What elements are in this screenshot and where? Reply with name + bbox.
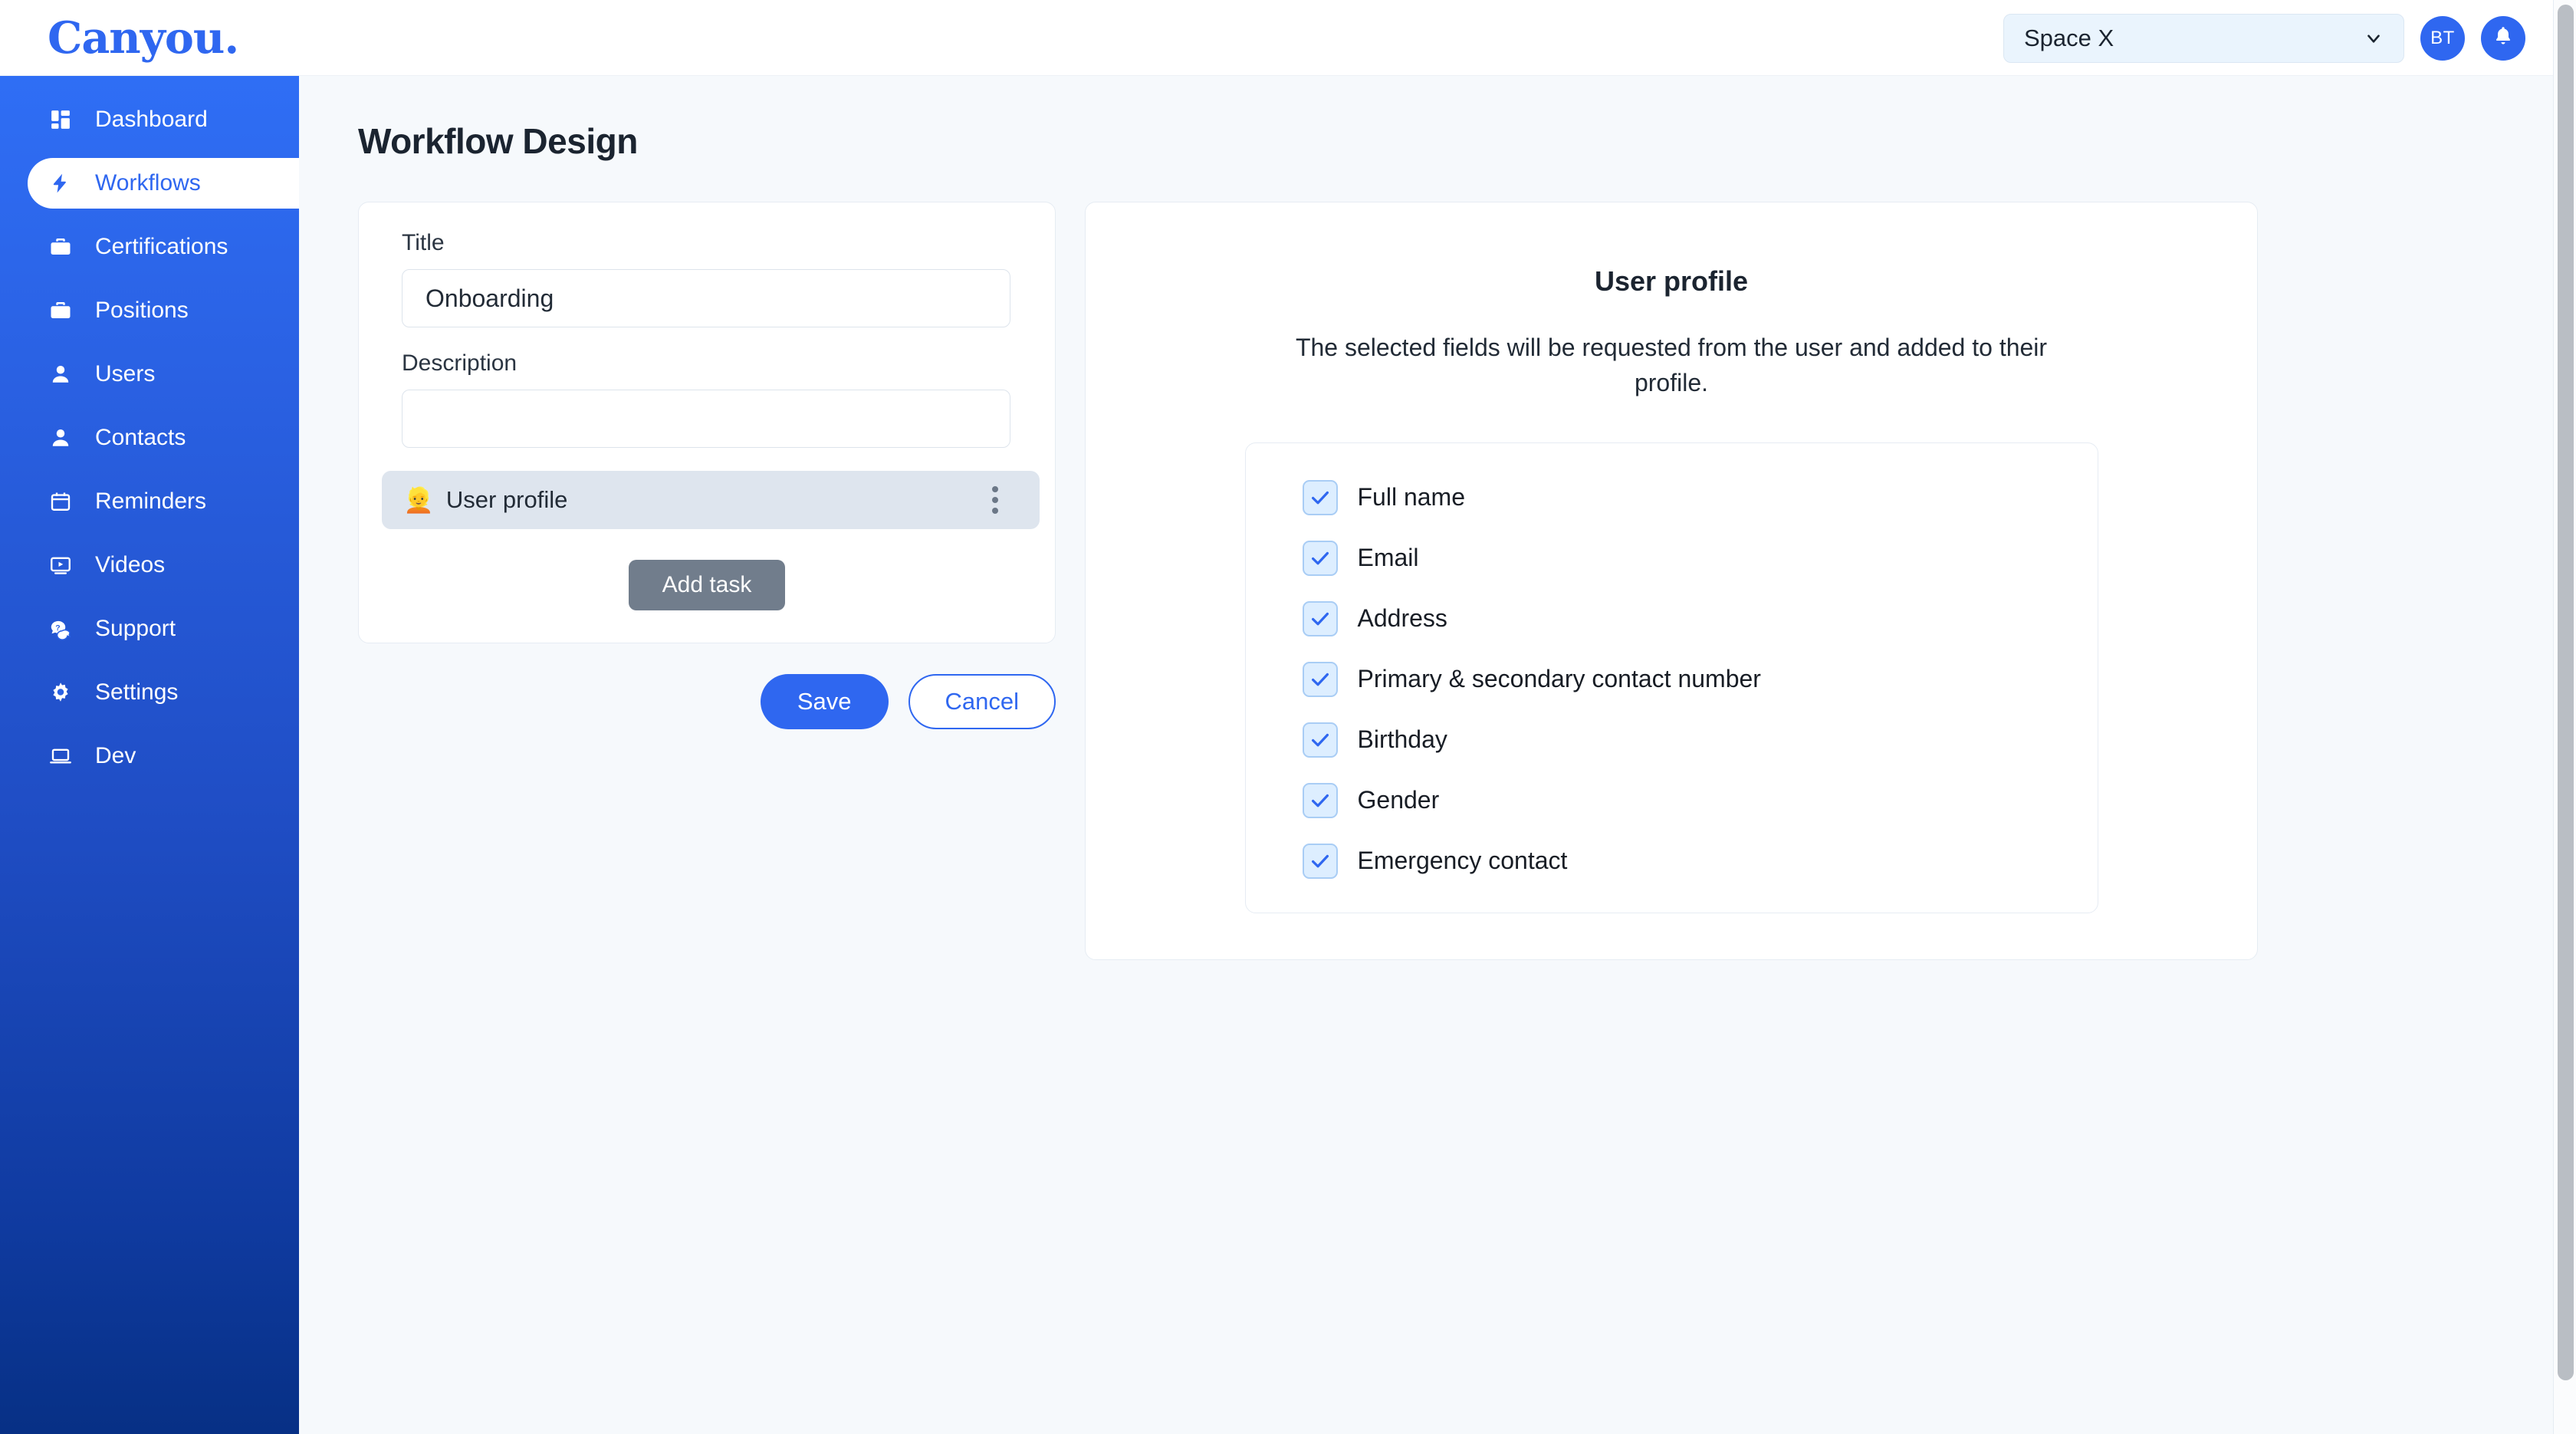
svg-text:?: ? xyxy=(55,623,60,633)
field-label: Primary & secondary contact number xyxy=(1357,665,1761,693)
sidebar-item-support[interactable]: ? Support xyxy=(0,604,299,654)
checkbox-checked-icon[interactable] xyxy=(1302,479,1338,515)
add-task-button[interactable]: Add task xyxy=(628,560,786,610)
list-item[interactable]: Emergency contact xyxy=(1246,843,2098,879)
sidebar-item-settings[interactable]: Settings xyxy=(0,667,299,718)
more-vertical-icon[interactable] xyxy=(992,486,998,514)
checkbox-checked-icon[interactable] xyxy=(1302,722,1338,758)
space-selector-dropdown[interactable]: Space X xyxy=(2003,13,2404,63)
briefcase-icon xyxy=(48,234,74,260)
page-scrollbar-thumb[interactable] xyxy=(2558,5,2574,1380)
sidebar-item-label: Positions xyxy=(95,298,189,323)
header-right-cluster: Space X BT xyxy=(2003,0,2525,76)
sidebar-item-label: Users xyxy=(95,361,156,386)
field-label: Address xyxy=(1357,604,1447,633)
cancel-button[interactable]: Cancel xyxy=(908,674,1056,729)
app-logo[interactable]: Canyou. xyxy=(48,16,239,60)
page-title: Workflow Design xyxy=(358,121,638,161)
sidebar-item-workflows[interactable]: Workflows xyxy=(28,158,299,209)
app-root: Canyou. Space X BT Dashboard Workflows C… xyxy=(0,0,2576,1434)
main-content: Workflow Design Title Onboarding Descrip… xyxy=(299,76,2553,1434)
sidebar-item-certifications[interactable]: Certifications xyxy=(0,222,299,272)
sidebar-item-label: Dev xyxy=(95,743,136,768)
form-actions: Save Cancel xyxy=(358,674,1056,729)
checkbox-checked-icon[interactable] xyxy=(1302,600,1338,636)
checkbox-checked-icon[interactable] xyxy=(1302,661,1338,697)
sidebar-item-label: Reminders xyxy=(95,488,207,514)
list-item[interactable]: Gender xyxy=(1246,782,2098,818)
save-button[interactable]: Save xyxy=(760,674,889,729)
video-player-icon xyxy=(48,552,74,578)
field-label: Emergency contact xyxy=(1357,847,1568,875)
field-label: Gender xyxy=(1357,786,1440,814)
workflow-design-card: Title Onboarding Description 👱 User prof… xyxy=(358,202,1056,643)
gear-icon xyxy=(48,679,74,705)
field-label: Email xyxy=(1357,544,1419,572)
sidebar-item-dev[interactable]: Dev xyxy=(0,731,299,781)
sidebar-item-label: Support xyxy=(95,616,176,641)
list-item[interactable]: Address xyxy=(1246,600,2098,636)
sidebar-item-positions[interactable]: Positions xyxy=(0,285,299,336)
sidebar-item-label: Dashboard xyxy=(95,107,208,132)
laptop-icon xyxy=(48,743,74,769)
notifications-button[interactable] xyxy=(2481,15,2525,61)
sidebar-item-label: Certifications xyxy=(95,234,228,259)
sidebar-item-label: Videos xyxy=(95,552,166,577)
content-row: Title Onboarding Description 👱 User prof… xyxy=(358,202,2553,960)
title-input[interactable]: Onboarding xyxy=(402,269,1010,327)
task-list-item-user-profile[interactable]: 👱 User profile xyxy=(382,471,1040,529)
task-emoji-icon: 👱 xyxy=(403,486,434,514)
chat-question-icon: ? xyxy=(48,616,74,642)
list-item[interactable]: Email xyxy=(1246,540,2098,576)
sidebar-item-label: Contacts xyxy=(95,425,186,450)
sidebar-item-reminders[interactable]: Reminders xyxy=(0,476,299,527)
checkbox-checked-icon[interactable] xyxy=(1302,843,1338,879)
profile-fields-list: Full name Email Address Primary & second… xyxy=(1244,442,2098,913)
avatar[interactable]: BT xyxy=(2420,15,2465,61)
field-label: Birthday xyxy=(1357,725,1447,754)
main-sidebar: Dashboard Workflows Certifications Posit… xyxy=(0,76,299,1434)
person-icon xyxy=(48,425,74,451)
task-preview-column: User profile The selected fields will be… xyxy=(1085,202,2258,960)
list-item[interactable]: Primary & secondary contact number xyxy=(1246,661,2098,697)
preview-description: The selected fields will be requested fr… xyxy=(1295,334,2048,397)
chevron-down-icon xyxy=(2364,28,2384,48)
person-icon xyxy=(48,361,74,387)
dashboard-grid-icon xyxy=(48,107,74,133)
space-selector-value: Space X xyxy=(2024,24,2114,51)
add-task-row: Add task xyxy=(402,560,1012,610)
avatar-initials: BT xyxy=(2430,27,2455,48)
task-label: User profile xyxy=(445,486,568,513)
user-profile-preview-card: User profile The selected fields will be… xyxy=(1085,202,2258,960)
bell-icon xyxy=(2492,25,2515,51)
description-field-label: Description xyxy=(402,350,518,376)
description-input[interactable] xyxy=(402,390,1010,448)
preview-title: User profile xyxy=(1594,265,1749,297)
workflow-design-column: Title Onboarding Description 👱 User prof… xyxy=(358,202,1056,729)
title-field-label: Title xyxy=(402,230,445,255)
calendar-icon xyxy=(48,488,74,515)
briefcase-icon xyxy=(48,298,74,324)
list-item[interactable]: Full name xyxy=(1246,479,2098,515)
lightning-bolt-icon xyxy=(48,170,74,196)
field-label: Full name xyxy=(1357,483,1466,511)
top-header-bar: Canyou. Space X BT xyxy=(0,0,2553,76)
sidebar-item-users[interactable]: Users xyxy=(0,349,299,400)
page-scrollbar[interactable] xyxy=(2553,0,2576,1434)
sidebar-item-label: Workflows xyxy=(95,170,201,196)
sidebar-item-label: Settings xyxy=(95,679,179,705)
sidebar-item-contacts[interactable]: Contacts xyxy=(0,413,299,463)
sidebar-item-videos[interactable]: Videos xyxy=(0,540,299,590)
sidebar-item-dashboard[interactable]: Dashboard xyxy=(0,94,299,145)
list-item[interactable]: Birthday xyxy=(1246,722,2098,758)
checkbox-checked-icon[interactable] xyxy=(1302,782,1338,818)
checkbox-checked-icon[interactable] xyxy=(1302,540,1338,576)
